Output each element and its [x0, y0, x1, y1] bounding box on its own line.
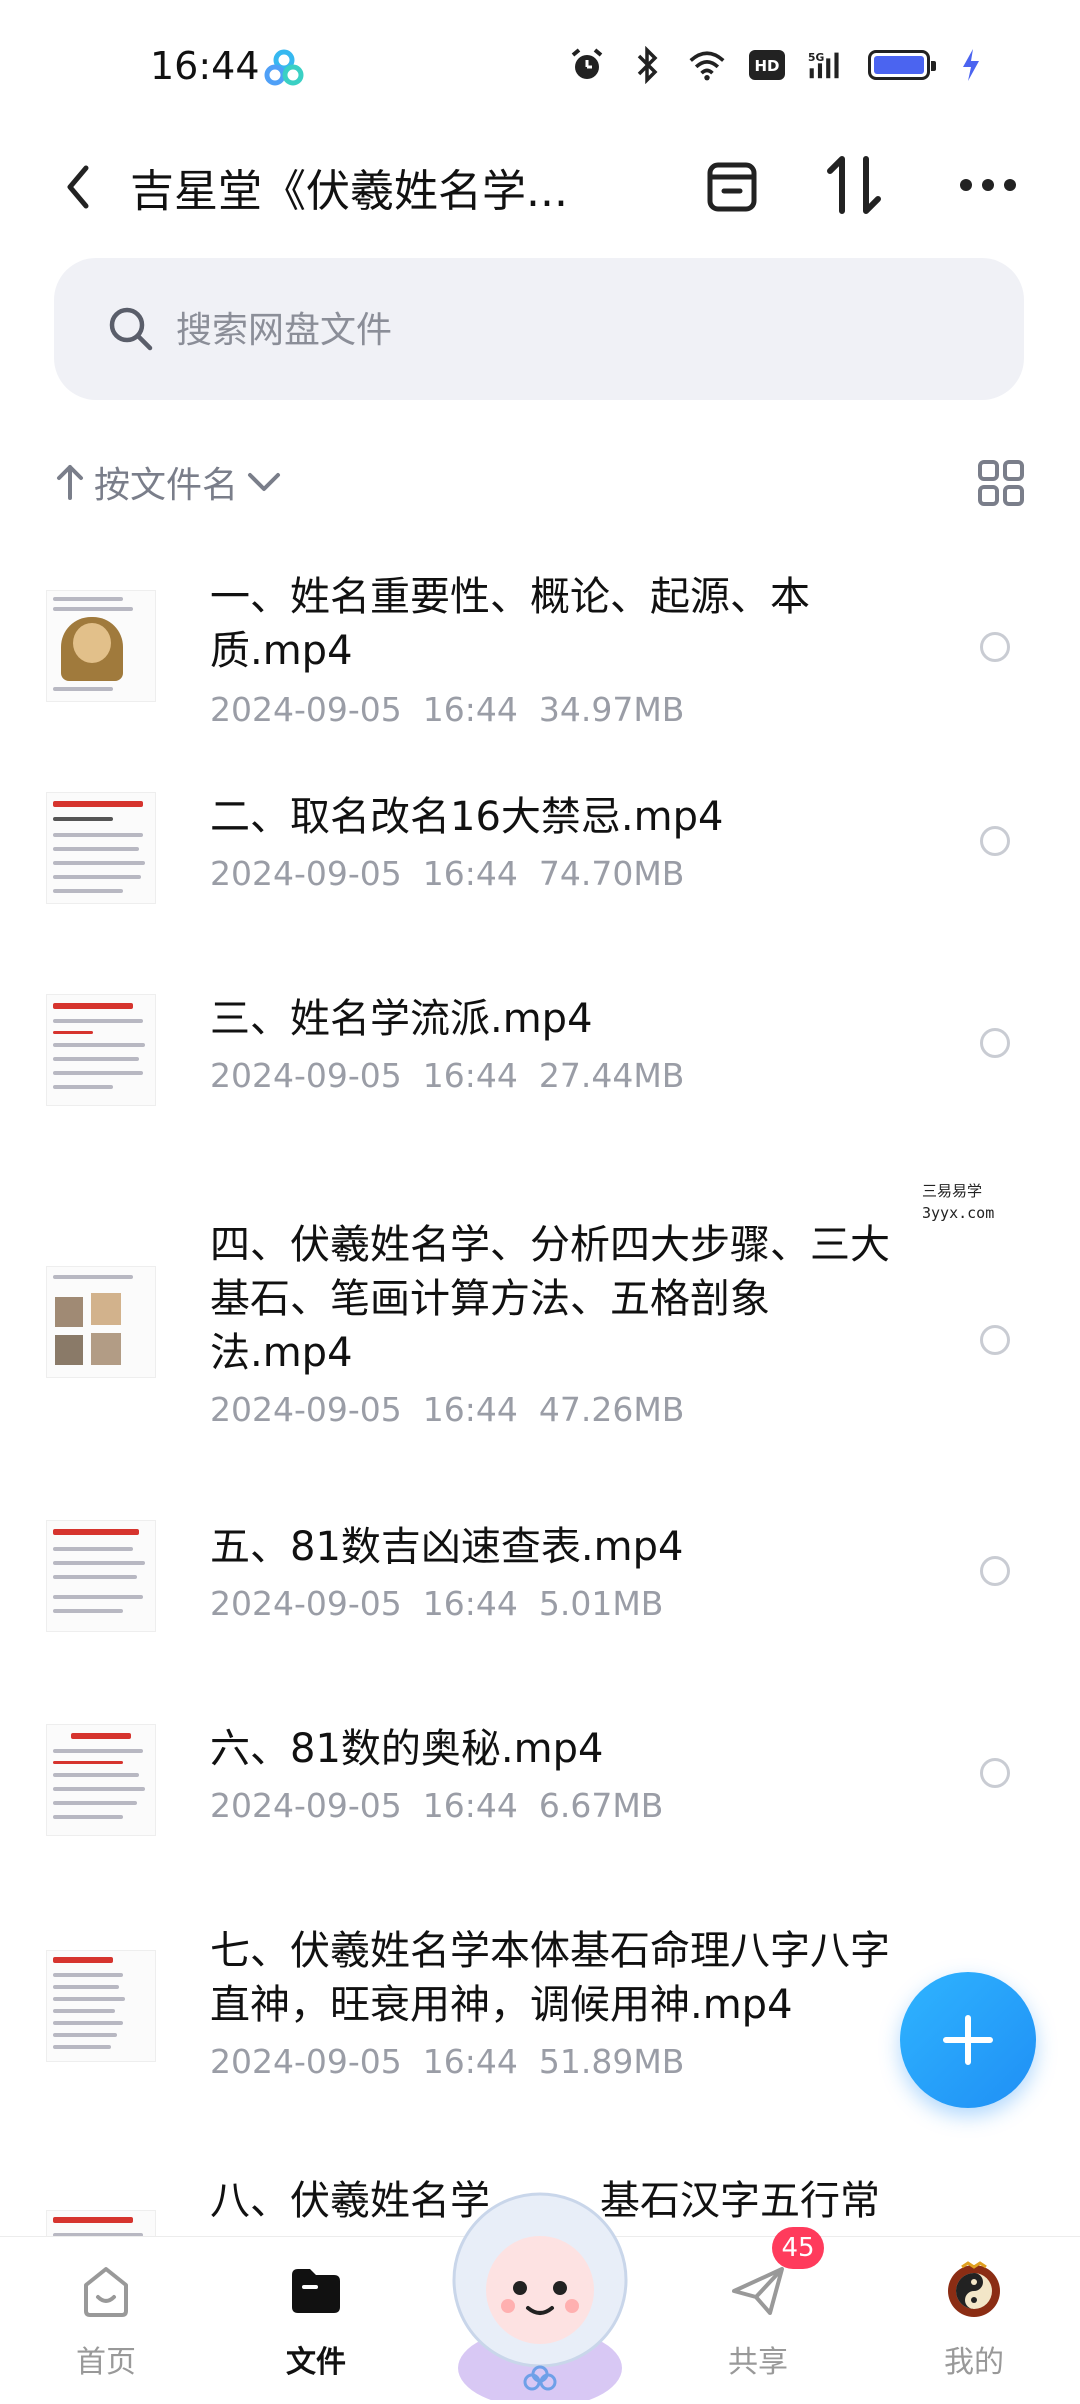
sort-label: 按文件名 — [94, 465, 239, 506]
transfer-button[interactable] — [818, 149, 890, 221]
hd-icon: HD — [748, 46, 786, 84]
watermark-line1: 三易易学 — [922, 1182, 983, 1200]
file-time: 16:44 — [422, 2042, 518, 2081]
file-meta: 2024-09-05 16:44 27.44MB — [210, 1056, 684, 1095]
mascot-icon — [452, 2192, 628, 2404]
watermark: 三易易学 3yyx.com — [922, 1180, 994, 1224]
sort-selector[interactable]: 按文件名 — [54, 450, 282, 514]
grid-view-icon[interactable] — [976, 458, 1026, 508]
search-box[interactable] — [54, 258, 1024, 400]
file-meta: 2024-09-05 16:44 34.97MB — [210, 690, 684, 729]
file-name: 六、81数的奥秘.mp4 — [210, 1726, 604, 1772]
file-name: 五、81数吉凶速查表.mp4 — [210, 1524, 684, 1570]
file-time: 16:44 — [422, 854, 518, 893]
file-date: 2024-09-05 — [210, 1786, 402, 1825]
file-date: 2024-09-05 — [210, 1584, 402, 1623]
video-thumbnail — [46, 590, 156, 702]
file-name: 七、伏羲姓名学本体基石命理八字八字直神，旺衰用神，调候用神.mp4 — [210, 1928, 890, 2028]
search-icon — [109, 307, 153, 351]
status-time: 16:44 — [150, 44, 260, 88]
paper-plane-icon — [732, 2267, 784, 2315]
chevron-left-icon — [67, 165, 89, 209]
page-title: 吉星堂《伏羲姓名学... — [130, 166, 568, 217]
video-thumbnail — [46, 1950, 156, 2062]
file-date: 2024-09-05 — [210, 1056, 402, 1095]
file-date: 2024-09-05 — [210, 2042, 402, 2081]
plus-icon — [943, 2015, 993, 2065]
file-size: 27.44MB — [538, 1056, 685, 1095]
file-size: 51.89MB — [538, 2042, 685, 2081]
select-button[interactable] — [696, 149, 768, 221]
nav-share[interactable]: 45 共享 — [688, 2227, 828, 2401]
title-bar: 吉星堂《伏羲姓名学... — [0, 135, 1080, 255]
select-radio[interactable] — [980, 1028, 1010, 1058]
nav-label: 我的 — [944, 2345, 1004, 2380]
bluetooth-icon — [628, 46, 666, 84]
svg-text:5G: 5G — [808, 51, 824, 64]
file-size: 74.70MB — [538, 854, 685, 893]
avatar — [948, 2261, 1000, 2317]
chevron-down-icon — [248, 473, 281, 491]
more-horizontal-icon — [960, 179, 1016, 191]
file-name: 一、姓名重要性、概论、起源、本质.mp4 — [210, 574, 810, 674]
folder-icon — [292, 2269, 340, 2313]
battery-icon — [868, 50, 936, 80]
video-thumbnail — [46, 1520, 156, 1632]
file-date: 2024-09-05 — [210, 854, 402, 893]
mascot-button[interactable] — [430, 2168, 650, 2404]
home-icon — [84, 2267, 128, 2317]
file-size: 34.97MB — [538, 690, 685, 729]
video-thumbnail — [46, 1724, 156, 1836]
status-bar: 16:44 HD 5G — [0, 0, 1080, 135]
file-time: 16:44 — [422, 690, 518, 729]
status-icons: HD 5G — [568, 46, 990, 84]
file-size: 5.01MB — [538, 1584, 664, 1623]
select-radio[interactable] — [980, 1556, 1010, 1586]
cloud-app-icon — [264, 49, 304, 86]
file-size: 6.67MB — [538, 1786, 664, 1825]
signal-5g-icon: 5G — [808, 46, 846, 84]
svg-text:HD: HD — [754, 57, 779, 75]
file-name: 四、伏羲姓名学、分析四大步骤、三大基石、笔画计算方法、五格剖象法.mp4 — [210, 1222, 890, 1376]
alarm-icon — [568, 46, 606, 84]
file-meta: 2024-09-05 16:44 51.89MB — [210, 2042, 684, 2081]
file-meta: 2024-09-05 16:44 5.01MB — [210, 1584, 663, 1623]
file-time: 16:44 — [422, 1786, 518, 1825]
select-radio[interactable] — [980, 826, 1010, 856]
file-meta: 2024-09-05 16:44 6.67MB — [210, 1786, 663, 1825]
file-size: 47.26MB — [538, 1390, 685, 1429]
file-date: 2024-09-05 — [210, 690, 402, 729]
more-button[interactable] — [952, 149, 1024, 221]
tray-icon — [707, 162, 757, 212]
nav-label: 首页 — [76, 2345, 136, 2380]
select-radio[interactable] — [980, 632, 1010, 662]
nav-label: 文件 — [286, 2345, 346, 2380]
file-time: 16:44 — [422, 1056, 518, 1095]
file-name: 二、取名改名16大禁忌.mp4 — [210, 794, 724, 840]
file-time: 16:44 — [422, 1390, 518, 1429]
file-time: 16:44 — [422, 1584, 518, 1623]
file-name: 三、姓名学流派.mp4 — [210, 996, 593, 1042]
watermark-line2: 3yyx.com — [922, 1204, 995, 1222]
video-thumbnail — [46, 792, 156, 904]
arrow-up-icon — [57, 465, 83, 500]
nav-home[interactable]: 首页 — [36, 2237, 176, 2401]
notification-badge: 45 — [772, 2227, 824, 2269]
upload-download-icon — [827, 156, 881, 214]
file-date: 2024-09-05 — [210, 1390, 402, 1429]
video-thumbnail — [46, 994, 156, 1106]
add-button[interactable] — [900, 1972, 1036, 2108]
select-radio[interactable] — [980, 1758, 1010, 1788]
nav-files[interactable]: 文件 — [246, 2237, 386, 2401]
select-radio[interactable] — [980, 1325, 1010, 1355]
file-meta: 2024-09-05 16:44 74.70MB — [210, 854, 684, 893]
nav-profile[interactable]: 我的 — [904, 2237, 1044, 2401]
file-meta: 2024-09-05 16:44 47.26MB — [210, 1390, 684, 1429]
nav-label: 共享 — [728, 2345, 788, 2380]
back-button[interactable] — [48, 157, 108, 217]
wifi-icon — [688, 46, 726, 84]
video-thumbnail — [46, 1266, 156, 1378]
charging-icon — [952, 46, 990, 84]
search-input[interactable] — [174, 302, 878, 358]
